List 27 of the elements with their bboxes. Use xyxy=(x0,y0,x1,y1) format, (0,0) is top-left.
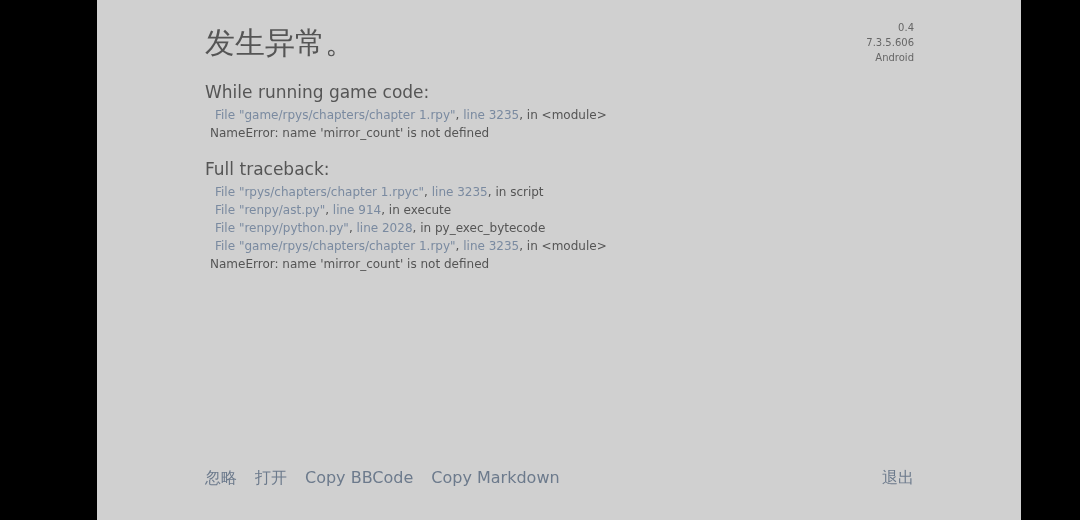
line-link[interactable]: line 2028 xyxy=(356,221,413,235)
file-link[interactable]: File "rpys/chapters/chapter 1.rpyc" xyxy=(215,185,425,199)
line-link[interactable]: line 3235 xyxy=(463,239,520,253)
line-link[interactable]: line 3235 xyxy=(431,185,488,199)
traceback-line: File "game/rpys/chapters/chapter 1.rpy", line 3235, in <module> xyxy=(215,238,608,255)
error-title: 发生异常。 xyxy=(205,24,355,62)
traceback-line: File "renpy/ast.py", line 914, in execute xyxy=(215,202,453,219)
version-text: 0.4 xyxy=(898,21,914,35)
file-link[interactable]: File "renpy/ast.py" xyxy=(215,203,326,217)
line-link[interactable]: line 3235 xyxy=(463,108,520,122)
traceback-line: File "game/rpys/chapters/chapter 1.rpy", line 3235, in <module> xyxy=(215,107,608,124)
traceback-line: File "rpys/chapters/chapter 1.rpyc", line 3235, in script xyxy=(215,184,545,201)
file-link[interactable]: File "game/rpys/chapters/chapter 1.rpy" xyxy=(215,108,456,122)
action-button[interactable]: 打开 xyxy=(255,466,287,490)
quit-button[interactable]: 退出 xyxy=(882,466,914,490)
file-link[interactable]: File "game/rpys/chapters/chapter 1.rpy" xyxy=(215,239,456,253)
version-text: 7.3.5.606 xyxy=(866,36,914,50)
file-link[interactable]: File "renpy/python.py" xyxy=(215,221,349,235)
action-button[interactable]: Copy BBCode xyxy=(305,466,414,490)
action-button[interactable]: 忽略 xyxy=(205,466,237,490)
section-heading: While running game code: xyxy=(205,81,431,104)
error-message: NameError: name 'mirror_count' is not defined xyxy=(210,125,491,142)
version-text: Android xyxy=(875,51,914,65)
error-message: NameError: name 'mirror_count' is not defined xyxy=(210,256,491,273)
traceback-line: File "renpy/python.py", line 2028, in py_exec_bytecode xyxy=(215,220,547,237)
action-button[interactable]: Copy Markdown xyxy=(431,466,560,490)
section-heading: Full traceback: xyxy=(205,158,331,181)
